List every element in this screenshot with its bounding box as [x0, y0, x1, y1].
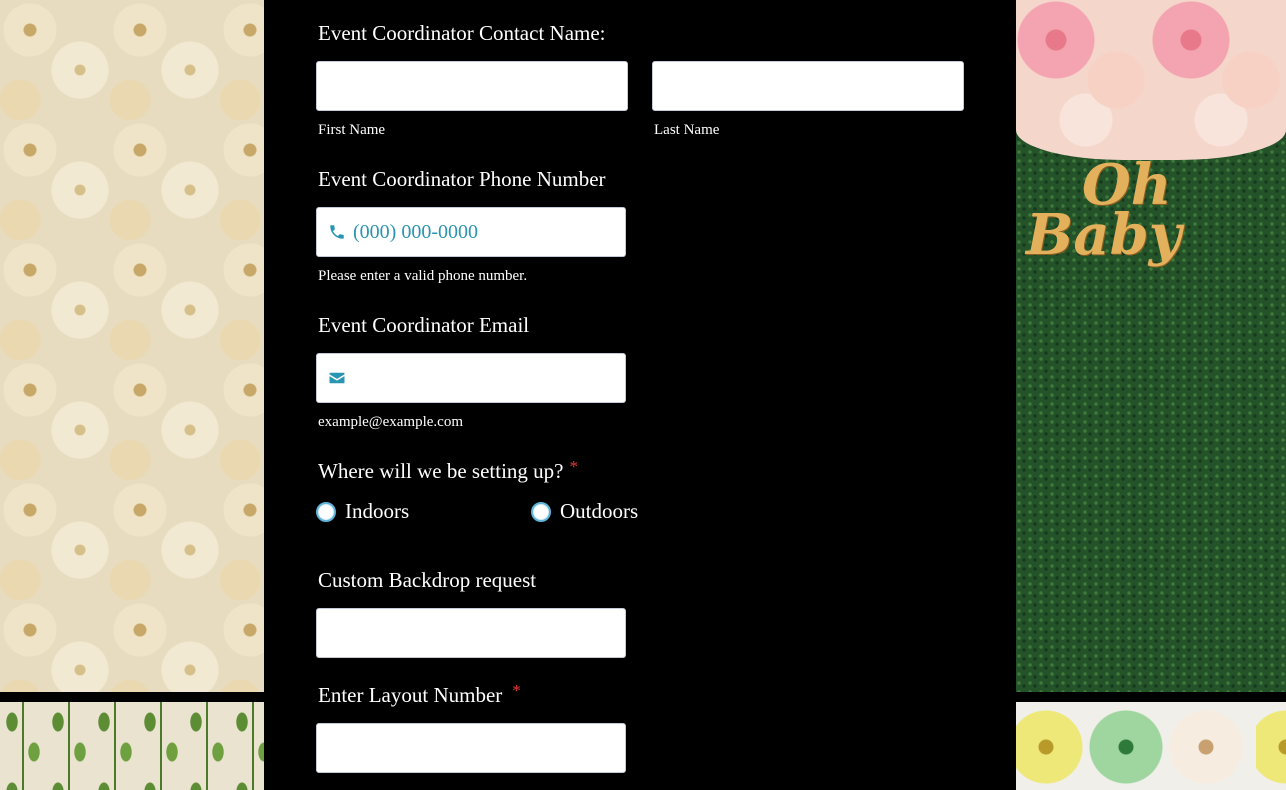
vine-backdrop-image	[0, 702, 264, 790]
required-asterisk: *	[569, 457, 579, 476]
radio-button-indoors[interactable]	[316, 501, 336, 522]
phone-field[interactable]	[316, 207, 626, 257]
email-input[interactable]	[317, 354, 625, 402]
first-name-field[interactable]	[316, 61, 628, 111]
setup-location-label-text: Where will we be setting up?	[318, 459, 564, 483]
last-name-input[interactable]	[653, 62, 963, 110]
email-hint: example@example.com	[318, 414, 464, 430]
first-name-input[interactable]	[317, 62, 627, 110]
right-decor-panel: Oh Baby	[1016, 0, 1286, 790]
paper-flower-wall-image	[0, 0, 264, 692]
required-asterisk: *	[512, 681, 521, 700]
radio-option-indoors[interactable]: Indoors	[316, 499, 409, 524]
oh-baby-backdrop-image: Oh Baby	[1016, 0, 1286, 692]
setup-location-label: Where will we be setting up? *	[318, 457, 579, 484]
oh-baby-sign: Oh Baby	[1016, 157, 1226, 269]
radio-option-outdoors[interactable]: Outdoors	[531, 499, 638, 524]
backdrop-label: Custom Backdrop request	[318, 568, 537, 592]
envelope-icon	[329, 372, 345, 384]
phone-icon	[330, 225, 344, 239]
radio-button-outdoors[interactable]	[531, 501, 551, 522]
phone-label: Event Coordinator Phone Number	[318, 167, 606, 191]
last-name-sublabel: Last Name	[654, 122, 720, 138]
radio-label-outdoors[interactable]: Outdoors	[560, 499, 638, 524]
layout-number-label-text: Enter Layout Number	[318, 683, 503, 707]
layout-number-input[interactable]	[317, 724, 625, 772]
first-name-sublabel: First Name	[318, 122, 386, 138]
sign-line-baby: Baby	[1026, 202, 1182, 269]
phone-hint: Please enter a valid phone number.	[318, 268, 528, 284]
contact-name-label: Event Coordinator Contact Name:	[318, 21, 606, 45]
pink-flower-garland	[1016, 0, 1286, 160]
layout-number-label: Enter Layout Number *	[318, 681, 521, 708]
backdrop-field[interactable]	[316, 608, 626, 658]
radio-label-indoors[interactable]: Indoors	[345, 499, 409, 524]
backdrop-input[interactable]	[317, 609, 625, 657]
color-flower-wall-image	[1016, 702, 1286, 790]
form-panel: Event Coordinator Contact Name: First Na…	[264, 0, 1016, 790]
phone-input[interactable]	[317, 208, 625, 256]
layout-number-field[interactable]	[316, 723, 626, 773]
last-name-field[interactable]	[652, 61, 964, 111]
email-field[interactable]	[316, 353, 626, 403]
left-decor-panel	[0, 0, 264, 790]
email-label: Event Coordinator Email	[318, 313, 530, 337]
